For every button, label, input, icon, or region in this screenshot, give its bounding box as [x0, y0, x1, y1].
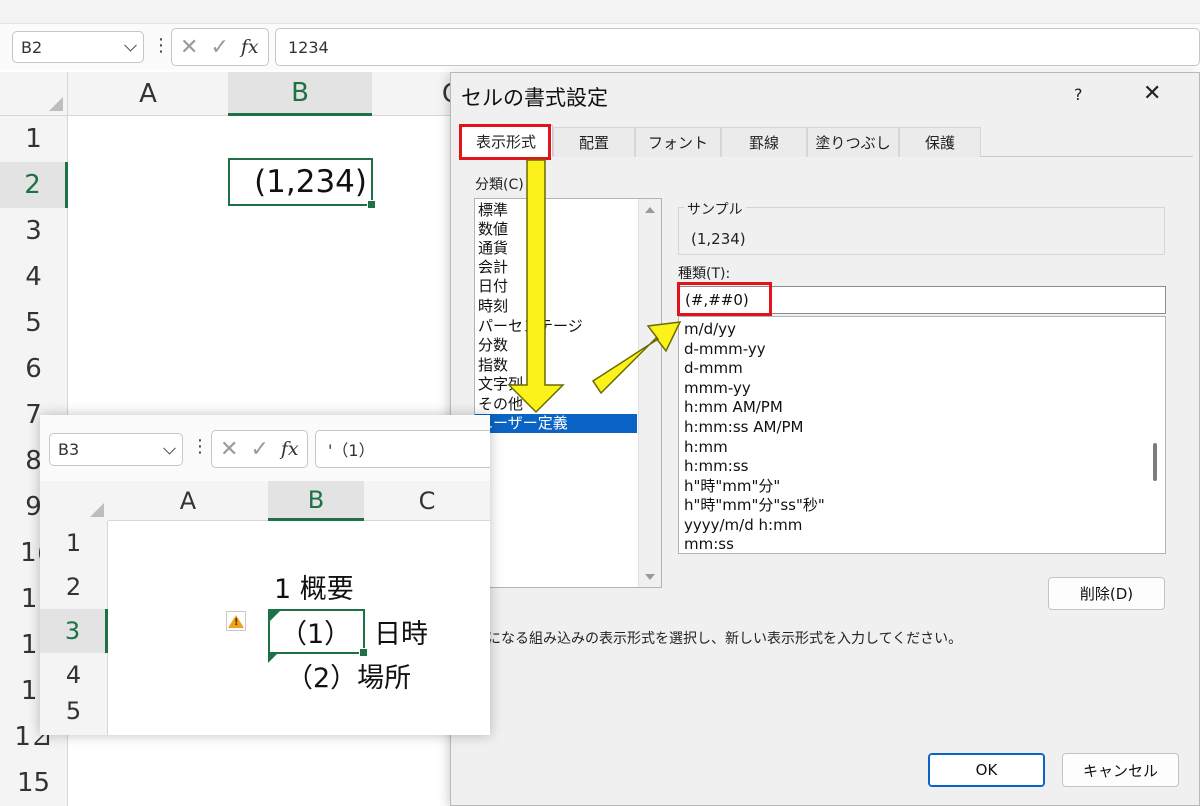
arrow-down-annotation — [507, 159, 565, 414]
annotation-arrows — [507, 159, 682, 414]
arrow-diagonal-annotation — [591, 321, 682, 395]
